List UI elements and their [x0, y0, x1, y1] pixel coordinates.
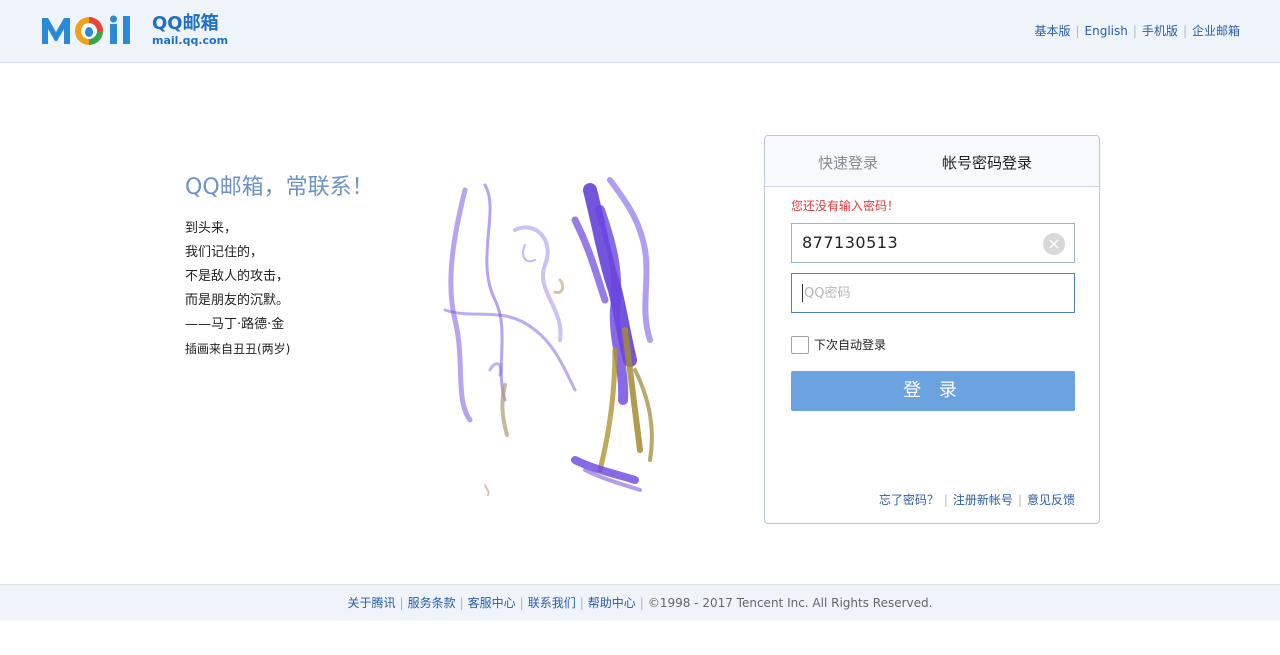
copyright: ©1998 - 2017 Tencent Inc. All Rights Res…	[647, 596, 933, 610]
separator: |	[639, 596, 644, 610]
logo-text: QQ邮箱 mail.qq.com	[152, 14, 228, 48]
slogan: QQ邮箱，常联系！	[185, 175, 374, 200]
help-center-link[interactable]: 帮助中心	[588, 596, 636, 610]
qq-mail-logo[interactable]: QQ邮箱 mail.qq.com	[40, 12, 228, 52]
tab-quick-login[interactable]: 快速登录	[818, 153, 878, 173]
logo-subtitle: mail.qq.com	[152, 34, 229, 47]
mail-logo-icon	[42, 15, 130, 45]
panel-links: 忘了密码？ | 注册新帐号 | 意见反馈	[879, 491, 1075, 508]
login-button[interactable]: 登 录	[791, 371, 1075, 411]
enterprise-mail-link[interactable]: 企业邮箱	[1192, 24, 1240, 38]
username-input[interactable]: 877130513 ×	[791, 223, 1075, 263]
header: QQ邮箱 mail.qq.com 基本版 | English | 手机版 | 企业邮箱	[0, 0, 1280, 63]
illustration-credit: 插画来自丑丑(两岁)	[185, 342, 291, 356]
poem-line: 而是朋友的沉默。	[185, 293, 290, 308]
footer: 关于腾讯 | 服务条款 | 客服中心 | 联系我们 | 帮助中心 | ©1998 - 2017 Te…	[0, 584, 1280, 621]
intro-section: QQ邮箱，常联系！ 到头来， 我们记住的， 不是敌人的攻击， 而是朋友的沉默。 …	[185, 173, 425, 359]
text-caret	[802, 284, 803, 302]
error-message: 您还没有输入密码！	[791, 199, 900, 213]
basic-version-link[interactable]: 基本版	[1034, 24, 1070, 38]
remember-checkbox[interactable]	[791, 336, 809, 354]
about-tencent-link[interactable]: 关于腾讯	[348, 596, 396, 610]
poem-line: 到头来，	[185, 221, 238, 236]
top-links: 基本版 | English | 手机版 | 企业邮箱	[1034, 22, 1240, 39]
poem-line: 不是敌人的攻击，	[185, 269, 290, 284]
contact-link[interactable]: 联系我们	[528, 596, 576, 610]
remember-label: 下次自动登录	[814, 338, 887, 352]
separator: |	[1182, 24, 1187, 38]
separator: |	[519, 596, 524, 610]
separator: |	[1132, 24, 1137, 38]
mobile-version-link[interactable]: 手机版	[1142, 24, 1178, 38]
separator: |	[1075, 24, 1080, 38]
username-value: 877130513	[802, 233, 899, 252]
english-link[interactable]: English	[1085, 24, 1128, 38]
separator: |	[943, 493, 948, 507]
clear-icon[interactable]: ×	[1043, 233, 1065, 255]
separator: |	[1017, 493, 1022, 507]
child-painting-illustration	[443, 177, 654, 496]
password-input[interactable]: QQ密码	[791, 273, 1075, 313]
feedback-link[interactable]: 意见反馈	[1027, 493, 1075, 507]
customer-service-link[interactable]: 客服中心	[468, 596, 516, 610]
forgot-password-link[interactable]: 忘了密码？	[879, 493, 939, 507]
poem: 到头来， 我们记住的， 不是敌人的攻击， 而是朋友的沉默。 ——马丁·路德·金	[185, 217, 425, 337]
tab-account-login[interactable]: 帐号密码登录	[942, 153, 1032, 173]
password-placeholder: QQ密码	[804, 286, 851, 301]
login-tabs: 快速登录 帐号密码登录	[765, 136, 1099, 187]
terms-link[interactable]: 服务条款	[408, 596, 456, 610]
logo-title: QQ邮箱	[152, 13, 219, 34]
poem-line: 我们记住的，	[185, 245, 264, 260]
separator: |	[399, 596, 404, 610]
poem-line: ——马丁·路德·金	[185, 317, 285, 332]
login-panel: 快速登录 帐号密码登录 您还没有输入密码！ 877130513 × QQ密码 下…	[764, 135, 1100, 524]
register-link[interactable]: 注册新帐号	[953, 493, 1013, 507]
separator: |	[579, 596, 584, 610]
separator: |	[459, 596, 464, 610]
